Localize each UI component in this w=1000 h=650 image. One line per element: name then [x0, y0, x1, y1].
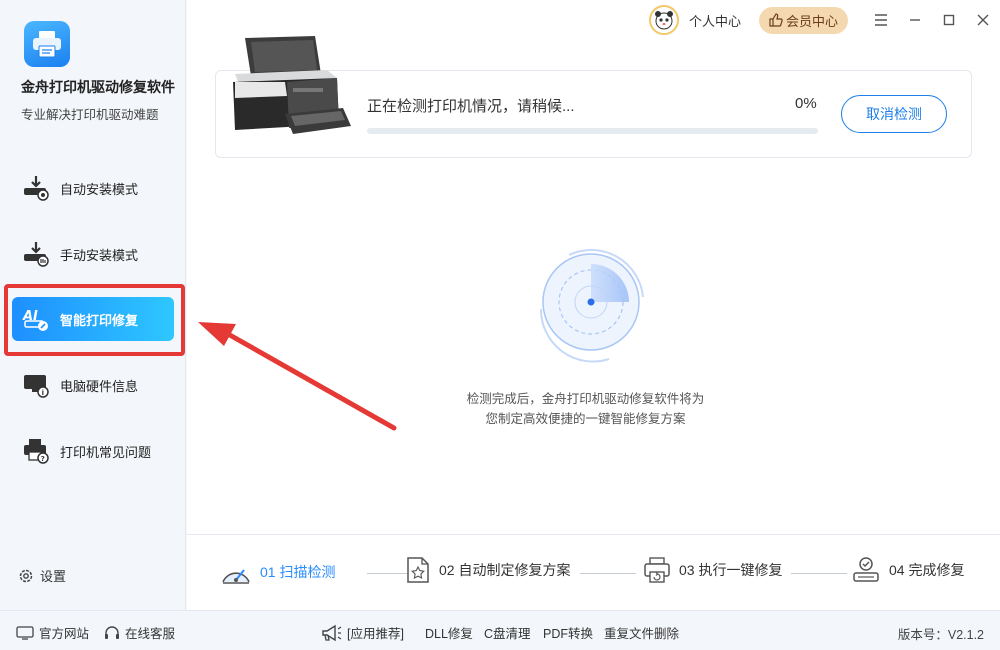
auto-install-icon: [22, 174, 50, 202]
close-button[interactable]: [966, 14, 1000, 26]
svg-text:i: i: [42, 389, 44, 397]
headset-icon: [105, 625, 119, 639]
progress-bar: [367, 128, 818, 134]
dll-repair-link[interactable]: DLL修复: [425, 623, 473, 642]
megaphone-icon: [322, 624, 342, 641]
progress-percent: 0%: [795, 95, 817, 112]
sidebar-item-printer-faq[interactable]: ? 打印机常见问题: [12, 429, 174, 473]
sidebar: 金舟打印机驱动修复软件 专业解决打印机驱动难题 自动安装模式 手动安装模式 AI…: [0, 0, 186, 610]
step-label: 02 自动制定修复方案: [439, 562, 571, 578]
hardware-info-icon: i: [22, 371, 50, 399]
svg-text:?: ?: [41, 455, 45, 463]
step-label: 04 完成修复: [889, 562, 965, 578]
thumbs-up-icon: [769, 13, 783, 27]
scanning-radar-icon: [539, 245, 645, 368]
menu-icon: [875, 14, 887, 26]
status-text: 正在检测打印机情况，请稍候...: [367, 98, 575, 115]
printer-illustration-icon: [227, 34, 355, 145]
settings-label: 设置: [40, 569, 67, 584]
repair-printer-icon: [643, 556, 671, 584]
app-logo-icon: [24, 21, 70, 67]
minimize-icon: [910, 19, 920, 21]
duplicate-file-delete-link[interactable]: 重复文件删除: [604, 623, 679, 642]
online-service-label: 在线客服: [125, 627, 176, 641]
step-complete: 04 完成修复: [851, 556, 964, 584]
cancel-detection-button[interactable]: 取消检测: [841, 95, 947, 133]
maximize-button[interactable]: [932, 14, 966, 26]
version-label: 版本号：V2.1.2: [897, 628, 984, 642]
manual-install-icon: [22, 240, 50, 268]
avatar: [648, 5, 679, 35]
highlight-annotation-box: [4, 284, 185, 356]
close-icon: [977, 14, 989, 26]
printer-faq-icon: ?: [22, 437, 50, 465]
sidebar-item-label: 自动安装模式: [60, 181, 139, 197]
official-site-label: 官方网站: [39, 627, 90, 641]
monitor-icon: [16, 625, 34, 640]
sidebar-item-label: 电脑硬件信息: [60, 378, 139, 394]
step-separator: [791, 573, 847, 574]
app-recommend[interactable]: [应用推荐]: [320, 623, 404, 642]
sidebar-item-label: 打印机常见问题: [60, 444, 152, 460]
step-scan: 01 扫描检测: [220, 556, 335, 588]
footer-bar: 官方网站 在线客服 [应用推荐] DLL修复 C盘清理 PDF转换 重复文件删除…: [0, 610, 1000, 650]
vip-center-label: 会员中心: [785, 13, 838, 29]
c-drive-clean-link[interactable]: C盘清理: [484, 623, 531, 642]
gear-icon: [19, 569, 33, 582]
vip-center-button[interactable]: 会员中心: [758, 6, 848, 34]
scan-gauge-icon: [220, 556, 252, 588]
step-plan: 02 自动制定修复方案: [405, 556, 570, 584]
step-label: 03 执行一键修复: [679, 562, 783, 578]
menu-button[interactable]: [864, 14, 898, 26]
online-service-link[interactable]: 在线客服: [104, 623, 175, 642]
maximize-icon: [943, 14, 955, 26]
plan-document-icon: [405, 556, 431, 584]
annotation-arrow-icon: [198, 322, 397, 431]
top-bar: 个人中心 会员中心: [648, 0, 1000, 40]
official-site-link[interactable]: 官方网站: [16, 623, 89, 642]
sidebar-item-manual-install[interactable]: 手动安装模式: [12, 232, 174, 276]
app-recommend-label: [应用推荐]: [347, 627, 404, 641]
user-center-button[interactable]: 个人中心: [648, 5, 741, 35]
user-center-label: 个人中心: [688, 13, 741, 29]
sidebar-item-hardware-info[interactable]: i 电脑硬件信息: [12, 363, 174, 407]
sidebar-item-label: 手动安装模式: [60, 247, 139, 263]
complete-check-icon: [851, 556, 881, 584]
pdf-convert-link[interactable]: PDF转换: [543, 623, 593, 642]
app-name: 金舟打印机驱动修复软件: [21, 79, 175, 95]
main-panel: 个人中心 会员中心 正在检测打印机情况，请稍候... 0% 取消检测 检测完成后…: [187, 0, 1000, 610]
step-repair: 03 执行一键修复: [643, 556, 782, 584]
app-subtitle: 专业解决打印机驱动难题: [21, 108, 159, 122]
minimize-button[interactable]: [898, 14, 932, 26]
sidebar-item-auto-install[interactable]: 自动安装模式: [12, 166, 174, 210]
step-separator: [580, 573, 636, 574]
step-label: 01 扫描检测: [260, 564, 336, 580]
settings-button[interactable]: 设置: [18, 566, 66, 585]
steps-divider: [187, 534, 1000, 535]
